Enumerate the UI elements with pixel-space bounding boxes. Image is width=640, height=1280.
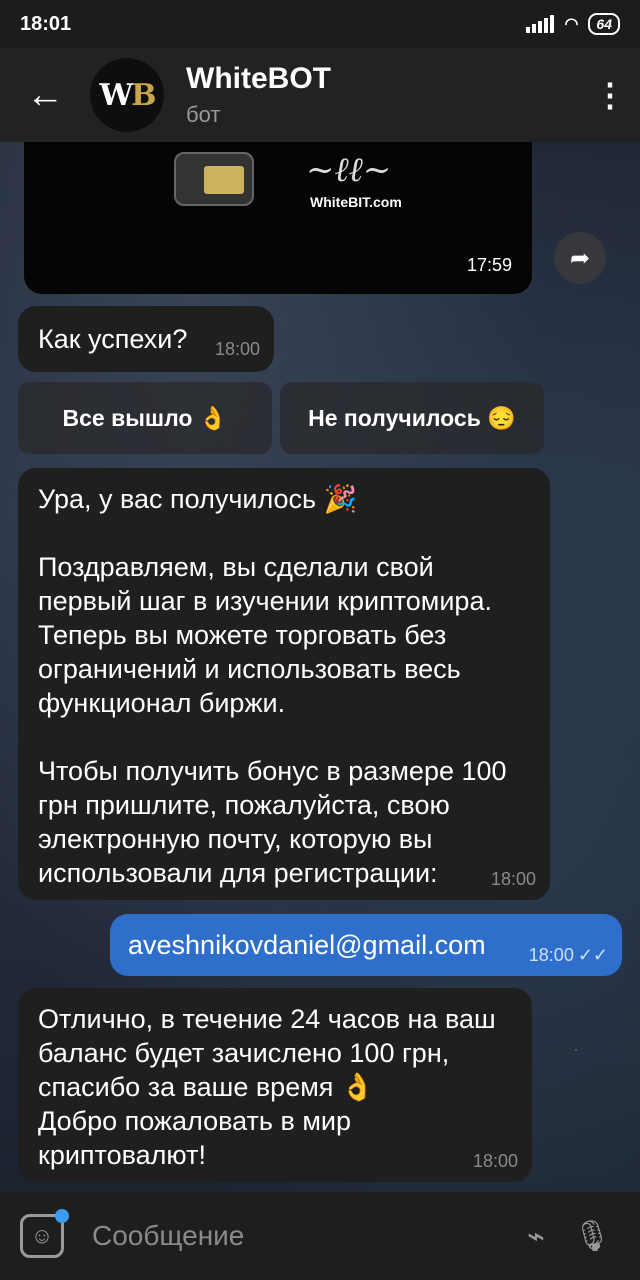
wifi-icon: ◠: [564, 16, 579, 33]
battery-indicator: 64: [588, 13, 620, 35]
signal-icon: [526, 15, 555, 33]
paperclip-icon[interactable]: ⌁: [508, 1208, 564, 1264]
card-image: [174, 152, 254, 206]
chat-title: WhiteBOT: [186, 62, 331, 95]
message-time-group: 18:00 ✓✓: [529, 945, 608, 966]
message-time: 18:00: [528, 945, 574, 965]
more-vert-icon[interactable]: ⋮: [580, 48, 640, 142]
media-message[interactable]: ~ℓℓ~ WhiteBIT.com 17:59: [24, 142, 532, 294]
microphone-icon[interactable]: 🎙: [564, 1208, 620, 1264]
outgoing-message[interactable]: aveshnikovdaniel@gmail.com 18:00 ✓✓: [110, 914, 622, 976]
message-text: aveshnikovdaniel@gmail.com: [128, 930, 486, 960]
signature-image: ~ℓℓ~: [306, 150, 392, 190]
inline-button-success[interactable]: Все вышло 👌: [18, 382, 272, 454]
double-check-icon: ✓✓: [577, 945, 608, 965]
status-time: 18:01: [20, 12, 72, 35]
media-brand-text: WhiteBIT.com: [310, 194, 402, 210]
chat-title-area[interactable]: WhiteBOT бот: [186, 62, 580, 128]
incoming-message[interactable]: Ура, у вас получилось 🎉 Поздравляем, вы …: [18, 468, 550, 900]
chat-header: ← WB WhiteBOT бот ⋮: [0, 48, 640, 142]
sticker-emoji-icon[interactable]: ☺: [20, 1209, 69, 1258]
avatar[interactable]: WB: [90, 58, 164, 132]
message-time: 17:59: [466, 255, 512, 275]
message-time: 18:00: [472, 1151, 518, 1171]
status-bar: 18:01 ◠ 64: [0, 0, 640, 48]
forward-arrow-icon[interactable]: ➦: [554, 232, 606, 284]
notification-dot: [55, 1209, 69, 1223]
incoming-message[interactable]: Как успехи? 18:00: [18, 306, 274, 372]
back-arrow-icon[interactable]: ←: [0, 48, 90, 142]
incoming-message[interactable]: Отлично, в течение 24 часов на ваш балан…: [18, 988, 532, 1182]
message-time: 18:00: [490, 869, 536, 889]
message-input[interactable]: [90, 1219, 508, 1253]
inline-button-fail[interactable]: Не получилось 😔: [280, 382, 544, 454]
message-time: 18:00: [214, 339, 260, 359]
message-input-bar: ☺ ⌁ 🎙: [0, 1192, 640, 1280]
message-text: Отлично, в течение 24 часов на ваш балан…: [38, 1004, 496, 1170]
message-text: Ура, у вас получилось 🎉 Поздравляем, вы …: [38, 484, 507, 888]
chat-subtitle: бот: [186, 102, 221, 127]
